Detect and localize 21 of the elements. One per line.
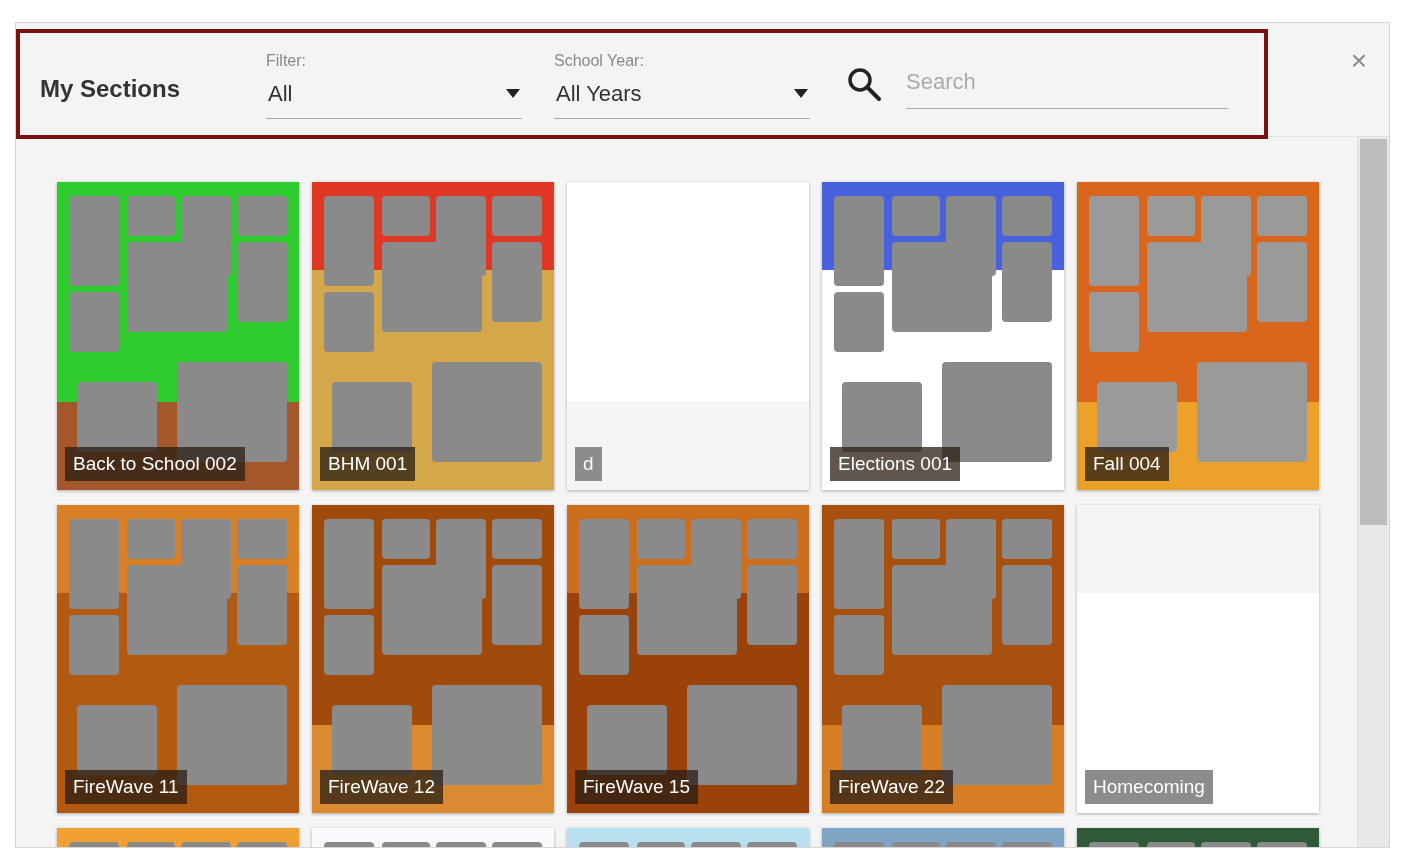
section-caption: d	[575, 446, 602, 481]
section-caption: FireWave 22	[830, 769, 953, 804]
school-year-label: School Year:	[554, 51, 645, 71]
section-caption: Back to School 002	[65, 446, 245, 481]
filter-label: Filter:	[266, 51, 307, 71]
section-caption: Fall 004	[1085, 446, 1169, 481]
section-caption: FireWave 11	[65, 769, 187, 804]
scrollbar[interactable]	[1357, 137, 1389, 847]
section-caption: Elections 001	[830, 446, 961, 481]
caret-icon	[794, 89, 808, 98]
search-field[interactable]: Search	[906, 59, 1228, 109]
section-caption: Homecoming	[1085, 769, 1213, 804]
caret-icon	[506, 89, 520, 98]
dialog-title: My Sections	[40, 74, 182, 104]
scrollbar-thumb[interactable]	[1360, 139, 1387, 525]
school-year-dropdown[interactable]: All Years	[554, 73, 810, 119]
section-caption: FireWave 12	[320, 769, 443, 804]
filter-dropdown[interactable]: All	[266, 73, 522, 119]
section-caption: BHM 001	[320, 446, 416, 481]
search-icon[interactable]	[846, 66, 882, 102]
section-caption: FireWave 15	[575, 769, 698, 804]
